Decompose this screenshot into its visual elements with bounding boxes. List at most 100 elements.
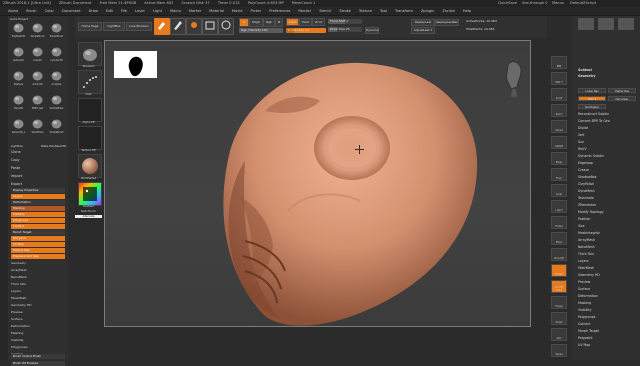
lightbox-tools-button[interactable]: Lightbox [11, 144, 23, 148]
tray-item-reuv[interactable]: ReUV [578, 147, 587, 151]
subtool-row[interactable]: Displacement Map [11, 254, 65, 259]
tray-item-geometry[interactable]: Geometry [578, 74, 596, 78]
shelf-button-actual[interactable]: Actual [551, 120, 567, 133]
shelf-button-aahalf[interactable]: AAHalf [551, 136, 567, 149]
edit-mode-button[interactable] [154, 18, 170, 35]
shelf-button-zoom[interactable]: Zoom [551, 104, 567, 117]
menu-transform[interactable]: Transform [395, 7, 413, 15]
subtool-thumb-3[interactable] [618, 18, 634, 30]
menu-stroke[interactable]: Stroke [339, 7, 350, 15]
menu-layer[interactable]: Layer [135, 7, 145, 15]
default-zscript-button[interactable]: DefaultZScript [570, 0, 596, 7]
shelf-button-transp[interactable]: Transp [551, 296, 567, 309]
subtool-row[interactable]: Polypaint [11, 236, 65, 241]
tray-item-fibermesh[interactable]: FiberMesh [578, 266, 594, 270]
menu-help[interactable]: Help [463, 7, 471, 15]
tray-item-position[interactable]: Position [578, 217, 590, 221]
home-page-button[interactable]: Home Page [78, 22, 102, 31]
brush-hit-button[interactable]: Brush Hit Brushes [11, 361, 65, 366]
tool-subpalette-masking[interactable]: Masking [11, 331, 23, 335]
tray-item-dynamesh[interactable]: DynaMesh [578, 189, 595, 193]
subtool-row[interactable]: Display Properties [11, 188, 65, 193]
shelf-button-line-fill-polyf[interactable]: Line Fill PolyF [551, 280, 567, 293]
lightbox-button[interactable]: LightBox [103, 22, 125, 31]
tool-section-export[interactable]: Export [11, 182, 22, 186]
tray-item-nanomesh[interactable]: NanoMesh [578, 245, 595, 249]
tool-subpalette-surface[interactable]: Surface [11, 317, 22, 321]
tool-thumb-skinosphere[interactable] [49, 94, 64, 106]
menu-material[interactable]: Material [209, 7, 224, 15]
zcut-button[interactable]: Zcut [312, 18, 325, 26]
replay-last-rel-button[interactable]: ReplayLastRel [435, 19, 459, 26]
menu-stencil[interactable]: Stencil [319, 7, 331, 15]
switchcolor-label[interactable]: SwitchColor [75, 210, 102, 213]
menu-zscript[interactable]: Zscript [442, 7, 454, 15]
tray-item-divide[interactable]: Divide [578, 126, 588, 130]
shelf-button-scroll[interactable]: Scroll [551, 88, 567, 101]
tool-thumb-polymesh3d[interactable] [11, 22, 26, 34]
replay-last-button[interactable]: ReplayLast [411, 19, 435, 26]
menu-edit[interactable]: Edit [106, 7, 113, 15]
tool-thumb-plane3d[interactable] [11, 94, 26, 106]
color-picker[interactable] [78, 182, 102, 206]
shelf-button-frame[interactable]: Frame [551, 216, 567, 229]
subtool-row[interactable]: Polygroups [11, 218, 65, 223]
tray-item-preview[interactable]: Preview [578, 280, 590, 284]
tray-item-crease[interactable]: Crease [578, 168, 589, 172]
zsub-button[interactable]: Zsub [299, 18, 312, 26]
tool-subpalette-visibility[interactable]: Visibility [11, 338, 24, 342]
rgb-button[interactable]: Rgb [263, 18, 275, 27]
tool-section-copy[interactable]: Copy [11, 158, 20, 162]
tray-item-polypaint[interactable]: Polypaint [578, 336, 593, 340]
subtool-row[interactable]: Masking [11, 206, 65, 211]
tray-item-arraymesh[interactable]: ArrayMesh [578, 238, 595, 242]
tool-subpalette-polygroups[interactable]: Polygroups [11, 345, 27, 349]
tray-item-del-lower[interactable]: Del Lower [608, 96, 636, 101]
shelf-button-move[interactable]: Move [551, 232, 567, 245]
menus-button[interactable]: Menus [552, 0, 564, 7]
tray-item-suv[interactable]: Suv [578, 140, 584, 144]
dynamic-button[interactable]: Dynamic [365, 27, 379, 34]
tool-thumb-cylinder3d[interactable] [49, 46, 64, 58]
shelf-button-local[interactable]: Local [551, 184, 567, 197]
tray-item-sdiv-4[interactable]: SDiv 4 [578, 96, 606, 101]
canvas-viewport[interactable] [104, 40, 531, 327]
tool-thumb-eraserbrush[interactable] [49, 22, 64, 34]
tray-item-uv-map[interactable]: UV Map [578, 343, 590, 347]
mrgb-button[interactable]: Mrgb [249, 18, 263, 27]
alpha-thumbnail[interactable] [78, 98, 102, 122]
tool-subpalette-arraymesh[interactable]: ArrayMesh [11, 268, 27, 272]
adjust-last-slider[interactable]: AdjustLast 1 [411, 27, 435, 34]
tray-item-geometry-hd[interactable]: Geometry HD [578, 273, 600, 277]
shelf-button-floor[interactable]: Floor [551, 168, 567, 181]
subtool-row[interactable]: Contact [11, 224, 65, 229]
tray-item-edgeloop[interactable]: Edgeloop [578, 161, 593, 165]
tool-section-clone[interactable]: Clone [11, 150, 21, 154]
zadd-button[interactable]: Zadd [286, 18, 299, 26]
tray-item-layers[interactable]: Layers [578, 259, 589, 263]
tool-thumb-cube3d[interactable] [30, 46, 45, 58]
tool-thumb-zsphere[interactable] [11, 70, 26, 82]
tray-item-claypolish[interactable]: ClayPolish [578, 182, 594, 186]
tray-item-lower-res[interactable]: Lower Res [578, 88, 606, 93]
subtool-row[interactable]: UV Map [11, 242, 65, 247]
menu-color[interactable]: Color [45, 7, 54, 15]
tray-item-shadowbox[interactable]: ShadowBox [578, 175, 597, 179]
z-intensity-slider[interactable]: Z Intensity 19 [286, 28, 326, 33]
tray-item-masking[interactable]: Masking [578, 301, 591, 305]
tool-thumb-arcalpha[interactable] [49, 70, 64, 82]
tray-item-higher-res[interactable]: Higher Res [608, 88, 636, 93]
tray-item-tessimate[interactable]: Tessimate [578, 196, 594, 200]
tool-thumb-simplebrush[interactable] [30, 22, 45, 34]
menu-movie[interactable]: Movie [232, 7, 243, 15]
tool-subpalette-thick-skin[interactable]: Thick Skin [11, 282, 26, 286]
subtool-row[interactable]: Visibility [11, 212, 65, 217]
tool-thumb-sphere3d_1[interactable] [11, 118, 26, 130]
shelf-button-rotate[interactable]: Rotate [551, 264, 567, 277]
tool-subpalette-nanomesh[interactable]: NanoMesh [11, 275, 27, 279]
make-polymesh-button[interactable]: Make PolyMesh3D [41, 144, 66, 148]
scale-mode-button[interactable] [202, 18, 218, 35]
tray-item-zremesher[interactable]: ZRemesher [578, 203, 596, 207]
tool-subpalette-fibermesh[interactable]: FiberMesh [11, 296, 26, 300]
tool-thumb-skinsphere[interactable] [30, 118, 45, 130]
